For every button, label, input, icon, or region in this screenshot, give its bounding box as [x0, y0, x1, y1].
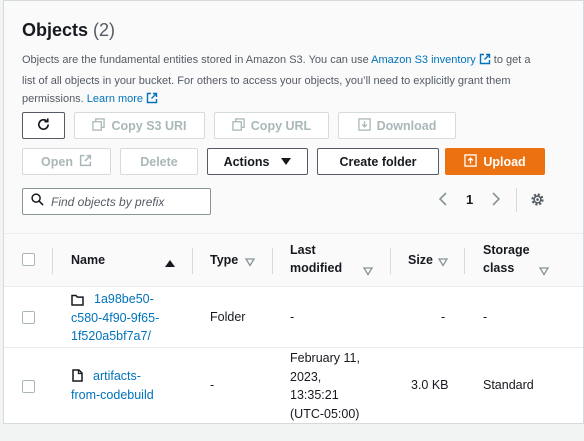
description: Objects are the fundamental entities sto… [22, 51, 542, 111]
object-name-line2: from-codebuild [71, 387, 154, 402]
column-divider [272, 248, 273, 274]
delete-label: Delete [140, 154, 178, 169]
row-checkbox[interactable] [22, 311, 35, 324]
table-row[interactable]: artifacts- from-codebuild - February 11,… [4, 348, 583, 425]
select-all-checkbox[interactable] [22, 253, 35, 266]
last-modified-line4: (UTC-05:00) [290, 406, 360, 421]
gear-icon[interactable] [530, 189, 545, 209]
object-storage-class: Standard [483, 378, 534, 392]
object-name-line1: artifacts- [93, 369, 141, 383]
sort-ascending-icon[interactable] [165, 255, 175, 273]
object-name-line3: 1f520a5bf7a7/ [71, 329, 151, 343]
object-name-link[interactable]: artifacts- from-codebuild [71, 367, 154, 404]
next-page-icon[interactable] [491, 189, 501, 209]
column-header-last-modified-line1: Last [290, 243, 316, 257]
s3-inventory-link[interactable]: Amazon S3 inventory [371, 54, 476, 66]
copy-s3-uri-button[interactable]: Copy S3 URI [74, 112, 205, 139]
search-input[interactable] [51, 194, 201, 209]
column-header-type[interactable]: Type [210, 251, 238, 269]
external-link-icon[interactable] [146, 92, 158, 111]
create-folder-button[interactable]: Create folder [317, 148, 439, 175]
column-header-storage-class[interactable]: Storage class [483, 241, 530, 277]
download-icon [357, 117, 371, 134]
refresh-icon [36, 117, 51, 135]
object-type: Folder [210, 310, 246, 324]
sort-icon[interactable] [437, 254, 449, 272]
column-divider [464, 248, 465, 274]
delete-button[interactable]: Delete [120, 148, 198, 175]
object-last-modified: - [290, 310, 295, 324]
sort-icon[interactable] [244, 254, 256, 272]
objects-panel: Objects (2) Objects are the fundamental … [3, 0, 584, 424]
pager-divider [516, 188, 517, 212]
search-icon [31, 192, 44, 211]
last-modified-line3: 13:35:21 [290, 388, 339, 402]
create-folder-label: Create folder [339, 154, 417, 169]
last-modified-line2: 2023, [290, 369, 322, 384]
table-row[interactable]: 1a98be50- c580-4f90-9f65- 1f520a5bf7a7/ … [4, 287, 583, 348]
sort-icon[interactable] [538, 263, 550, 281]
objects-header: Objects (2) Objects are the fundamental … [4, 1, 583, 233]
row-checkbox[interactable] [22, 380, 35, 393]
upload-icon [464, 153, 478, 170]
column-header-size[interactable]: Size [408, 251, 433, 269]
external-link-icon [79, 154, 92, 170]
column-header-last-modified-line2: modified [290, 261, 343, 275]
object-name-link[interactable]: 1a98be50- c580-4f90-9f65- 1f520a5bf7a7/ [71, 290, 159, 346]
column-divider [52, 248, 53, 274]
object-count: (2) [93, 20, 116, 40]
search-box[interactable] [22, 188, 211, 215]
copy-url-label: Copy URL [250, 118, 312, 133]
object-name-line2: c580-4f90-9f65- [71, 310, 160, 325]
upload-button[interactable]: Upload [445, 148, 545, 175]
copy-url-button[interactable]: Copy URL [214, 112, 329, 139]
column-header-storage-class-line2: class [483, 261, 515, 275]
object-size: - [441, 310, 446, 324]
copy-s3-uri-label: Copy S3 URI [111, 118, 187, 133]
sort-icon[interactable] [362, 263, 374, 281]
refresh-button[interactable] [22, 112, 65, 139]
open-label: Open [41, 154, 73, 169]
description-part1: Objects are the fundamental entities sto… [22, 54, 372, 66]
upload-label: Upload [483, 154, 526, 169]
column-divider [390, 248, 391, 274]
prev-page-icon[interactable] [438, 189, 448, 209]
column-divider [192, 248, 193, 274]
actions-dropdown[interactable]: Actions [207, 148, 308, 175]
object-storage-class: - [483, 310, 488, 324]
caret-down-icon [281, 155, 292, 169]
column-header-name[interactable]: Name [71, 251, 105, 269]
copy-icon [232, 117, 245, 134]
column-header-last-modified[interactable]: Last modified [290, 241, 342, 277]
object-last-modified: February 11, 2023, 13:35:21 (UTC-05:00) [290, 349, 360, 423]
actions-label: Actions [223, 154, 270, 169]
last-modified-line1: February 11, [290, 351, 360, 365]
copy-icon [92, 117, 106, 134]
page-number[interactable]: 1 [466, 189, 473, 209]
title-text: Objects [22, 20, 89, 40]
object-type: - [210, 378, 215, 392]
learn-more-link[interactable]: Learn more [87, 93, 143, 105]
open-button[interactable]: Open [22, 148, 111, 175]
object-name-line1: 1a98be50- [94, 292, 154, 306]
column-header-storage-class-line1: Storage [483, 243, 530, 257]
table-header: Name Type Last modified Size Storage cla… [4, 233, 583, 287]
download-label: Download [376, 118, 437, 133]
external-link-icon[interactable] [479, 53, 491, 72]
object-size: 3.0 KB [411, 378, 449, 392]
download-button[interactable]: Download [338, 112, 456, 139]
page-title: Objects (2) [22, 20, 115, 41]
